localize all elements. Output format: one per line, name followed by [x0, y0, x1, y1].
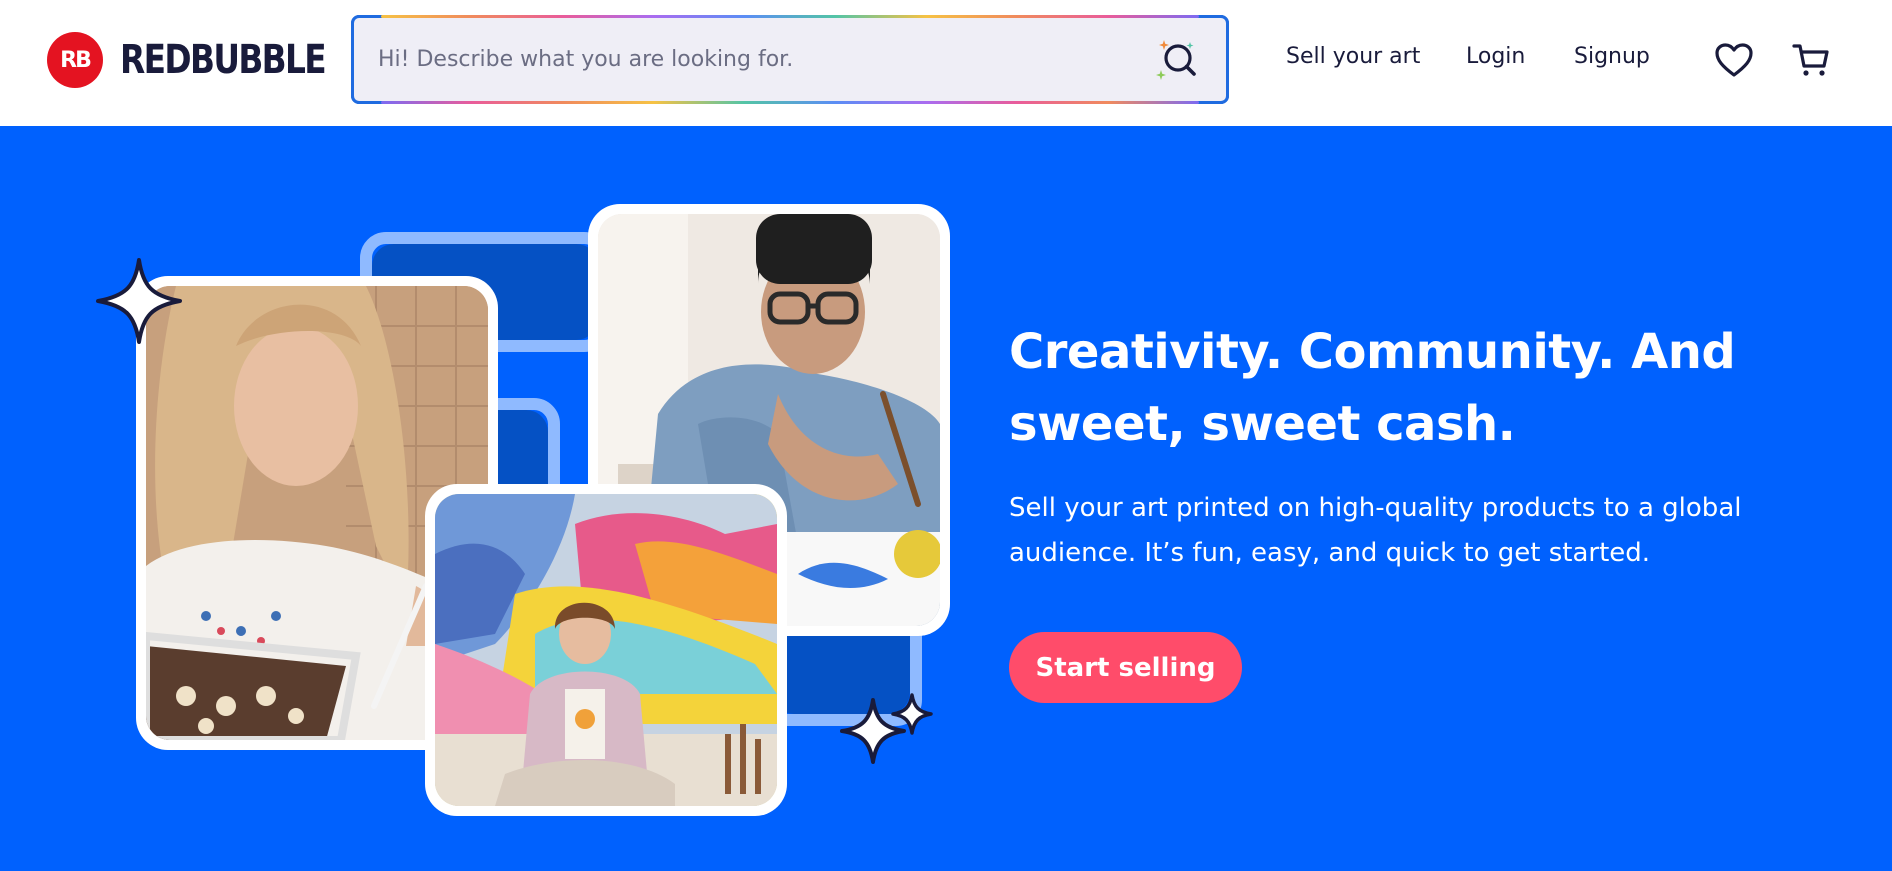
mural-artist-image	[435, 494, 777, 806]
hero-section: Creativity. Community. And sweet, sweet …	[0, 126, 1892, 871]
nav-login: Login	[1466, 44, 1525, 69]
sparkle-icon-bottom-right-small	[891, 693, 933, 735]
mural-artist-illustration	[435, 494, 777, 806]
search-field-container	[354, 18, 1226, 101]
start-selling-button[interactable]: Start selling	[1009, 632, 1242, 703]
login-link[interactable]: Login	[1466, 44, 1525, 69]
logo-mark: RB	[47, 32, 103, 88]
nav-signup: Signup	[1574, 44, 1650, 69]
signup-link[interactable]: Signup	[1574, 44, 1650, 69]
site-header: RB REDBUBBLE Sell your art Login Signup	[0, 0, 1892, 126]
hero-title: Creativity. Community. And sweet, sweet …	[1009, 324, 1736, 452]
heart-icon[interactable]	[1714, 42, 1754, 78]
ai-search-icon[interactable]	[1152, 34, 1204, 86]
logo-mark-text: RB	[60, 47, 92, 73]
sparkle-icon-top-left	[96, 258, 182, 344]
search-bar[interactable]	[351, 15, 1229, 104]
search-input[interactable]	[354, 18, 1114, 101]
sell-your-art-link[interactable]: Sell your art	[1286, 44, 1420, 69]
artist-with-mural-photo	[425, 484, 787, 816]
cart-icon[interactable]	[1792, 42, 1830, 78]
artist-photo-collage	[0, 126, 980, 871]
redbubble-logo[interactable]: RB REDBUBBLE	[47, 32, 370, 88]
hero-copy: Creativity. Community. And sweet, sweet …	[1009, 316, 1829, 576]
hero-subtitle: Sell your art printed on high-quality pr…	[1009, 493, 1742, 568]
nav-sell-your-art: Sell your art	[1286, 44, 1420, 69]
logo-wordmark: REDBUBBLE	[120, 37, 327, 83]
search-rainbow-border-bottom	[381, 101, 1199, 104]
